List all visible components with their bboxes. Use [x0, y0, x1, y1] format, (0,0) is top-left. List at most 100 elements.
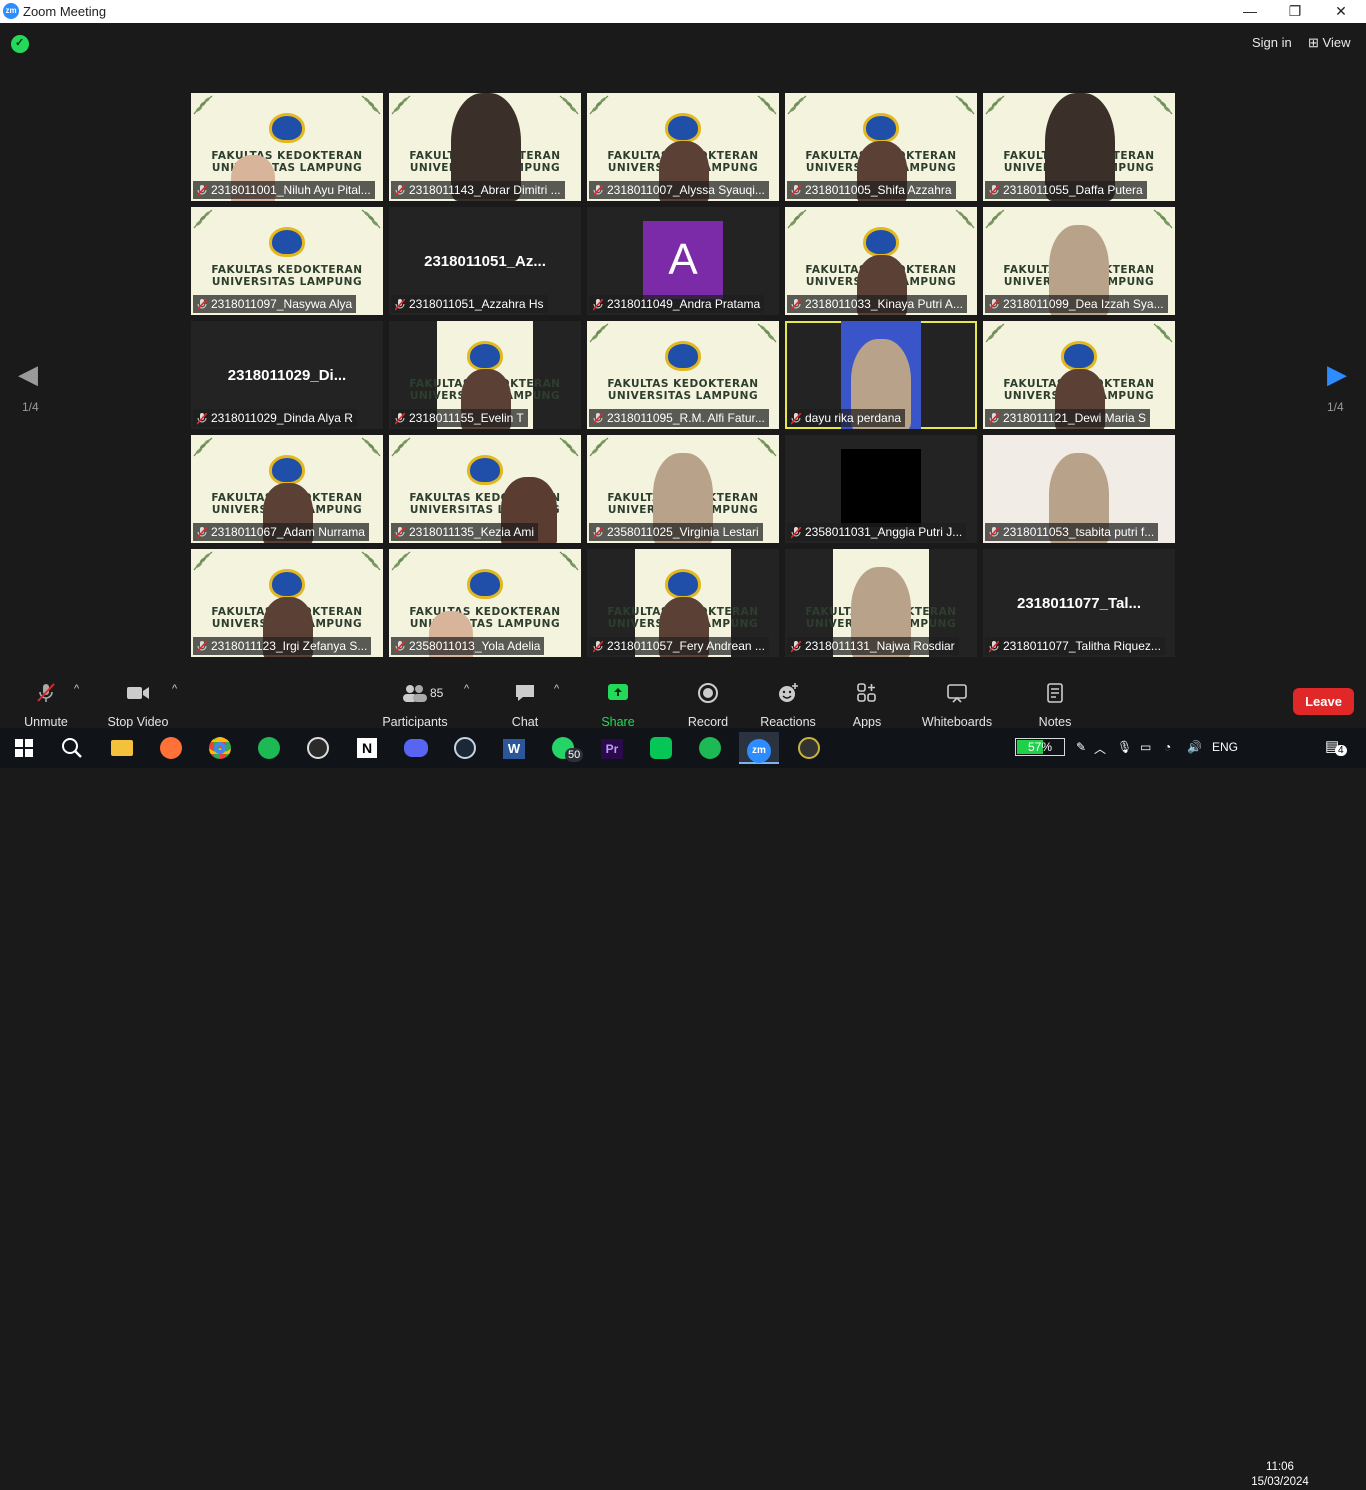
participant-name: 2318011099_Dea Izzah Sya...	[1003, 297, 1164, 311]
whatsapp-icon[interactable]: 50	[543, 732, 584, 764]
page-indicator-right: 1/4	[1327, 400, 1344, 414]
file-explorer-icon[interactable]	[102, 732, 142, 764]
notion-icon[interactable]: N	[347, 732, 387, 764]
participant-display-name: 2318011029_Di...	[227, 367, 347, 384]
participant-tile[interactable]: FAKULTAS KEDOKTERANUNIVERSITAS LAMPUNG23…	[785, 93, 977, 201]
pen-tray-icon[interactable]: ✎	[1076, 740, 1086, 754]
obs-icon[interactable]	[298, 732, 338, 764]
stop-video-button[interactable]: Stop Video	[106, 681, 170, 729]
wifi-tray-icon[interactable]: ◔	[1164, 740, 1171, 754]
leave-button[interactable]: Leave	[1293, 688, 1354, 715]
leaf-decoration-icon	[192, 208, 214, 230]
close-button[interactable]: ✕	[1318, 0, 1364, 23]
show-hidden-icons-icon[interactable]: ︿	[1094, 740, 1106, 757]
apps-icon	[852, 681, 882, 705]
participant-tile[interactable]: FAKULTAS KEDOKTERANUNIVERSITAS LAMPUNG23…	[983, 93, 1175, 201]
participant-tile[interactable]: FAKULTAS KEDOKTERANUNIVERSITAS LAMPUNG23…	[389, 321, 581, 429]
line-icon[interactable]	[641, 732, 681, 764]
participant-tile[interactable]: FAKULTAS KEDOKTERANUNIVERSITAS LAMPUNG23…	[389, 435, 581, 543]
discord-icon[interactable]	[396, 732, 436, 764]
participant-name: 2358011025_Virginia Lestari	[607, 525, 759, 539]
muted-mic-icon	[988, 298, 1000, 311]
next-page-arrow-icon[interactable]: ▶	[1327, 359, 1347, 390]
zoom-taskbar-icon[interactable]: zm	[739, 732, 779, 764]
windows-start-icon[interactable]	[4, 732, 44, 764]
participant-tile[interactable]: A 2318011049_Andra Pratama	[587, 207, 779, 315]
app-globe-icon[interactable]	[789, 732, 829, 764]
university-crest-icon	[269, 227, 305, 257]
chat-caret-icon[interactable]: ^	[554, 683, 559, 695]
participant-tile[interactable]: FAKULTAS KEDOKTERANUNIVERSITAS LAMPUNG23…	[983, 207, 1175, 315]
zoom-logo-icon: zm	[3, 3, 19, 19]
participant-tile[interactable]: FAKULTAS KEDOKTERANUNIVERSITAS LAMPUNG23…	[785, 549, 977, 657]
spotify-secondary-icon[interactable]	[690, 732, 730, 764]
participant-tile[interactable]: 2318011051_Az... 2318011051_Azzahra Hs	[389, 207, 581, 315]
participant-tile[interactable]: FAKULTAS KEDOKTERANUNIVERSITAS LAMPUNG23…	[587, 435, 779, 543]
firefox-icon[interactable]	[151, 732, 191, 764]
notes-button[interactable]: Notes	[1036, 681, 1074, 729]
record-button[interactable]: Record	[686, 681, 730, 729]
chrome-icon[interactable]	[200, 732, 240, 764]
power-tray-icon[interactable]: ▭	[1140, 740, 1151, 754]
battery-indicator[interactable]: 57%	[1015, 738, 1065, 756]
encryption-shield-icon[interactable]	[11, 35, 29, 53]
leaf-decoration-icon	[588, 322, 610, 344]
view-button[interactable]: ⊞ View	[1308, 35, 1350, 51]
participant-tile[interactable]: FAKULTAS KEDOKTERANUNIVERSITAS LAMPUNG23…	[191, 435, 383, 543]
muted-mic-icon	[988, 640, 1000, 653]
participant-tile[interactable]: 2358011031_Anggia Putri J...	[785, 435, 977, 543]
university-crest-icon	[269, 455, 305, 485]
premiere-pro-icon[interactable]: Pr	[592, 732, 632, 764]
participant-name: 2318011049_Andra Pratama	[607, 297, 761, 311]
video-options-caret-icon[interactable]: ^	[172, 683, 177, 695]
participant-name-label: 2318011001_Niluh Ayu Pital...	[193, 181, 375, 199]
microphone-tray-icon[interactable]: 🎙	[1117, 740, 1132, 754]
muted-mic-icon	[790, 412, 802, 425]
unmute-button[interactable]: Unmute	[22, 681, 70, 729]
minimize-button[interactable]: —	[1227, 0, 1273, 23]
participant-name-label: 2318011057_Fery Andrean ...	[589, 637, 769, 655]
participant-tile[interactable]: 2318011053_tsabita putri f...	[983, 435, 1175, 543]
restore-button[interactable]: ❐	[1272, 0, 1318, 23]
apps-button[interactable]: Apps	[852, 681, 882, 729]
leaf-decoration-icon	[360, 94, 382, 116]
volume-tray-icon[interactable]: 🔊	[1187, 740, 1202, 754]
taskbar-clock[interactable]: 11:06 15/03/2024	[1246, 1460, 1314, 1490]
banner-faculty-text: FAKULTAS KEDOKTERAN	[607, 378, 759, 390]
participant-tile[interactable]: FAKULTAS KEDOKTERANUNIVERSITAS LAMPUNG23…	[191, 93, 383, 201]
reactions-button[interactable]: Reactions	[760, 681, 816, 729]
participants-button[interactable]: 85 Participants	[382, 681, 448, 729]
search-icon[interactable]	[52, 732, 92, 764]
participant-tile[interactable]: dayu rika perdana	[785, 321, 977, 429]
word-icon[interactable]: W	[494, 732, 534, 764]
banner-university-text: UNIVERSITAS LAMPUNG	[211, 162, 363, 174]
notes-label: Notes	[1038, 715, 1072, 729]
participant-tile[interactable]: FAKULTAS KEDOKTERANUNIVERSITAS LAMPUNG23…	[587, 93, 779, 201]
muted-mic-icon	[790, 184, 802, 197]
participant-name-label: 2358011013_Yola Adelia	[391, 637, 545, 655]
participant-tile[interactable]: FAKULTAS KEDOKTERANUNIVERSITAS LAMPUNG23…	[191, 207, 383, 315]
leaf-decoration-icon	[984, 322, 1006, 344]
participant-name: 2358011013_Yola Adelia	[409, 639, 541, 653]
participant-tile[interactable]: 2318011077_Tal... 2318011077_Talitha Riqu…	[983, 549, 1175, 657]
steam-icon[interactable]	[445, 732, 485, 764]
participant-tile[interactable]: FAKULTAS KEDOKTERANUNIVERSITAS LAMPUNG23…	[587, 549, 779, 657]
participant-tile[interactable]: FAKULTAS KEDOKTERANUNIVERSITAS LAMPUNG23…	[191, 549, 383, 657]
participant-tile[interactable]: FAKULTAS KEDOKTERANUNIVERSITAS LAMPUNG23…	[587, 321, 779, 429]
audio-options-caret-icon[interactable]: ^	[74, 683, 79, 695]
participant-tile[interactable]: 2318011029_Di... 2318011029_Dinda Alya R	[191, 321, 383, 429]
whiteboards-button[interactable]: Whiteboards	[920, 681, 994, 729]
participants-caret-icon[interactable]: ^	[464, 683, 469, 695]
language-indicator[interactable]: ENG	[1212, 740, 1238, 754]
notification-center-icon[interactable]: ▤ 4	[1325, 737, 1347, 756]
muted-mic-icon	[988, 412, 1000, 425]
chat-button[interactable]: Chat	[508, 681, 542, 729]
spotify-icon[interactable]	[249, 732, 289, 764]
participant-tile[interactable]: FAKULTAS KEDOKTERANUNIVERSITAS LAMPUNG23…	[389, 93, 581, 201]
participant-tile[interactable]: FAKULTAS KEDOKTERANUNIVERSITAS LAMPUNG23…	[389, 549, 581, 657]
participant-tile[interactable]: FAKULTAS KEDOKTERANUNIVERSITAS LAMPUNG23…	[785, 207, 977, 315]
participant-tile[interactable]: FAKULTAS KEDOKTERANUNIVERSITAS LAMPUNG23…	[983, 321, 1175, 429]
sign-in-link[interactable]: Sign in	[1252, 35, 1292, 50]
previous-page-arrow-icon[interactable]: ◀	[18, 359, 38, 390]
muted-mic-icon	[988, 184, 1000, 197]
